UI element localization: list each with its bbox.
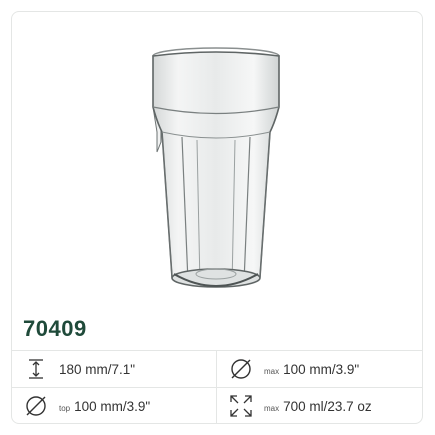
spec-capacity-prefix: max	[264, 403, 280, 413]
spec-height: 180 mm/7.1"	[23, 351, 135, 387]
height-icon	[29, 359, 43, 379]
expand-arrows-icon	[230, 395, 252, 417]
spec-max-diameter-prefix: max	[264, 366, 280, 376]
glass-tumbler-illustration	[152, 47, 280, 288]
spec-top-diameter: top 100 mm/3.9"	[23, 388, 151, 423]
product-card: 70409 180 mm/7.1" max 100 mm/3.9" top 10…	[11, 11, 423, 424]
spec-grid: 180 mm/7.1" max 100 mm/3.9" top 100 mm/3…	[12, 350, 422, 423]
diameter-icon	[26, 396, 46, 416]
spec-capacity: max 700 ml/23.7 oz	[228, 388, 372, 423]
product-code: 70409	[23, 316, 87, 341]
spec-max-diameter: max 100 mm/3.9"	[228, 351, 359, 387]
spec-height-value: 180 mm/7.1"	[59, 361, 136, 377]
spec-top-diameter-value: 100 mm/3.9"	[74, 398, 151, 414]
spec-top-diameter-prefix: top	[59, 403, 71, 413]
divider	[216, 350, 217, 423]
spec-max-diameter-value: 100 mm/3.9"	[283, 361, 360, 377]
diameter-icon	[231, 359, 251, 379]
spec-capacity-value: 700 ml/23.7 oz	[283, 398, 372, 414]
product-image	[12, 12, 422, 302]
